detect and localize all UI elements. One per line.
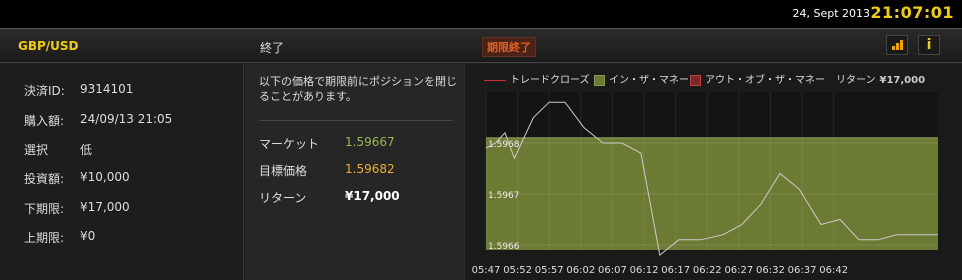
- top-status-bar: 24, Sept 2013 21:07:01: [0, 0, 962, 28]
- current-time: 21:07:01: [870, 3, 954, 22]
- x-tick-label: 06:12: [630, 265, 659, 276]
- early-close-note: 以下の価格で期限前にポジションを閉じることがあります。: [259, 75, 457, 103]
- x-tick-label: 05:47: [472, 265, 501, 276]
- bar-chart-icon: [892, 40, 904, 50]
- detail-value: 9314101: [80, 82, 134, 96]
- trade-panel: GBP/USD 終了 期限終了 i 決済ID: 9314101 購入額: 24/…: [0, 28, 962, 280]
- detail-value: 低: [80, 143, 93, 157]
- price-chart: 05:47 05:52 05:57 06:02 06:07 06:12 06:17 06:22…: [472, 92, 938, 276]
- x-tick-label: 05:57: [535, 265, 564, 276]
- return-value: ¥17,000: [345, 189, 400, 203]
- currency-pair: GBP/USD: [18, 39, 79, 53]
- detail-label: 上期限:: [24, 231, 65, 245]
- price-chart-panel: トレードクローズ イン・ザ・マネー アウト・オブ・ザ・マネー リターン ¥17,0…: [468, 64, 962, 280]
- detail-label: 下期限:: [24, 202, 65, 216]
- info-icon: i: [926, 37, 932, 53]
- detail-label: 決済ID:: [24, 84, 65, 98]
- y-tick-label: 1.5966: [488, 242, 520, 252]
- x-tick-label: 06:07: [598, 265, 627, 276]
- x-tick-label: 06:32: [756, 265, 785, 276]
- market-label: マーケット: [259, 137, 320, 151]
- return-label: リターン: [259, 191, 307, 205]
- y-tick-label: 1.5967: [488, 191, 520, 201]
- target-label: 目標価格: [259, 164, 308, 178]
- divider: [259, 120, 453, 121]
- x-tick-label: 06:02: [566, 265, 595, 276]
- detail-label: 投資額:: [24, 172, 65, 186]
- detail-label: 選択: [24, 143, 49, 157]
- expired-badge: 期限終了: [482, 37, 536, 57]
- current-date: 24, Sept 2013: [792, 7, 870, 20]
- x-tick-label: 06:42: [819, 265, 848, 276]
- info-button[interactable]: i: [918, 35, 940, 55]
- detail-value: 24/09/13 21:05: [80, 112, 173, 126]
- trade-details: 決済ID: 9314101 購入額: 24/09/13 21:05 選択 低 投…: [0, 64, 244, 280]
- x-tick-label: 06:22: [693, 265, 722, 276]
- chart-button[interactable]: [886, 35, 908, 55]
- trade-header: GBP/USD 終了 期限終了 i: [0, 29, 962, 63]
- market-value: 1.59667: [345, 135, 395, 149]
- detail-value: ¥10,000: [80, 170, 130, 184]
- detail-value: ¥0: [80, 229, 96, 243]
- target-value: 1.59682: [345, 162, 395, 176]
- trade-summary: 以下の価格で期限前にポジションを閉じることがあります。 マーケット 1.5966…: [245, 64, 467, 280]
- x-tick-label: 06:17: [661, 265, 690, 276]
- detail-label: 購入額:: [24, 114, 65, 128]
- trade-status: 終了: [260, 41, 285, 55]
- x-tick-label: 06:27: [724, 265, 753, 276]
- detail-value: ¥17,000: [80, 200, 130, 214]
- x-tick-label: 05:52: [503, 265, 532, 276]
- x-tick-label: 06:37: [788, 265, 817, 276]
